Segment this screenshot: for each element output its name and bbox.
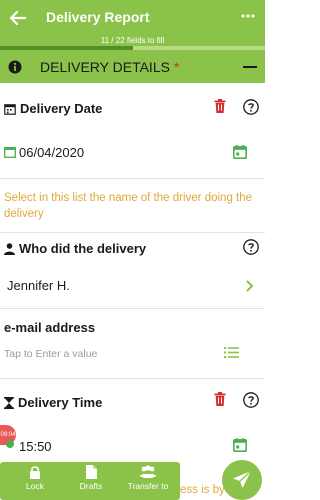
page-title: Delivery Report: [46, 9, 150, 25]
drafts-button[interactable]: Drafts: [63, 465, 119, 491]
transfer-label: Transfer to: [127, 481, 169, 491]
divider: [0, 232, 265, 233]
email-label: e-mail address: [4, 320, 96, 335]
hourglass-icon: [4, 397, 14, 409]
back-arrow-icon[interactable]: [8, 8, 28, 28]
partial-hint-text: ess is by: [180, 484, 225, 496]
delivery-date-label: Delivery Date: [4, 101, 102, 116]
send-icon: [233, 470, 252, 488]
section-title: DELIVERY DETAILS *: [40, 59, 179, 75]
app-bar: Delivery Report 11 / 22 fields to fill: [0, 0, 265, 46]
transfer-button[interactable]: Transfer to: [120, 465, 176, 491]
open-date-picker-icon[interactable]: [233, 145, 247, 159]
who-delivery-value[interactable]: Jennifer H.: [7, 278, 70, 293]
list-icon[interactable]: [224, 346, 239, 359]
delivery-time-value[interactable]: 15:50: [19, 439, 52, 454]
who-delivery-label: Who did the delivery: [4, 241, 146, 256]
delivery-date-value[interactable]: 06/04/2020: [19, 145, 84, 160]
section-title-text: DELIVERY DETAILS: [40, 59, 170, 75]
lock-button[interactable]: Lock: [7, 465, 63, 491]
drafts-label: Drafts: [79, 481, 103, 491]
delivery-time-label: Delivery Time: [4, 395, 102, 410]
clear-date-trash-icon[interactable]: [214, 99, 226, 113]
required-mark: *: [173, 59, 180, 75]
info-icon[interactable]: [8, 60, 22, 74]
email-input[interactable]: Tap to Enter a value: [4, 348, 97, 360]
calendar-label-icon: [4, 104, 16, 115]
lock-label: Lock: [26, 481, 44, 491]
lock-icon: [30, 466, 40, 479]
users-icon: [140, 465, 156, 478]
help-icon[interactable]: [243, 392, 259, 408]
driver-hint-text: Select in this list the name of the driv…: [4, 192, 253, 220]
divider: [0, 308, 265, 309]
who-delivery-label-text: Who did the delivery: [19, 241, 147, 256]
open-time-picker-icon[interactable]: [233, 438, 247, 452]
fields-progress-text: 11 / 22 fields to fill: [100, 36, 165, 45]
status-dot: [6, 440, 14, 448]
help-icon[interactable]: [243, 239, 259, 255]
delivery-time-label-text: Delivery Time: [18, 395, 103, 410]
divider: [0, 178, 265, 179]
document-icon: [85, 465, 97, 479]
delivery-date-label-text: Delivery Date: [20, 101, 103, 116]
divider: [0, 378, 265, 379]
send-button[interactable]: [222, 460, 262, 500]
bottom-toolbar: Lock Drafts Transfer to: [0, 462, 180, 500]
more-options-icon[interactable]: [241, 13, 255, 19]
clear-time-trash-icon[interactable]: [214, 392, 226, 406]
help-icon[interactable]: [243, 99, 259, 115]
chevron-right-icon[interactable]: [246, 280, 254, 292]
date-value-calendar-icon: [4, 146, 16, 158]
collapse-section-icon[interactable]: [243, 66, 257, 68]
person-icon: [4, 243, 15, 255]
section-header-delivery-details[interactable]: DELIVERY DETAILS *: [0, 50, 265, 83]
